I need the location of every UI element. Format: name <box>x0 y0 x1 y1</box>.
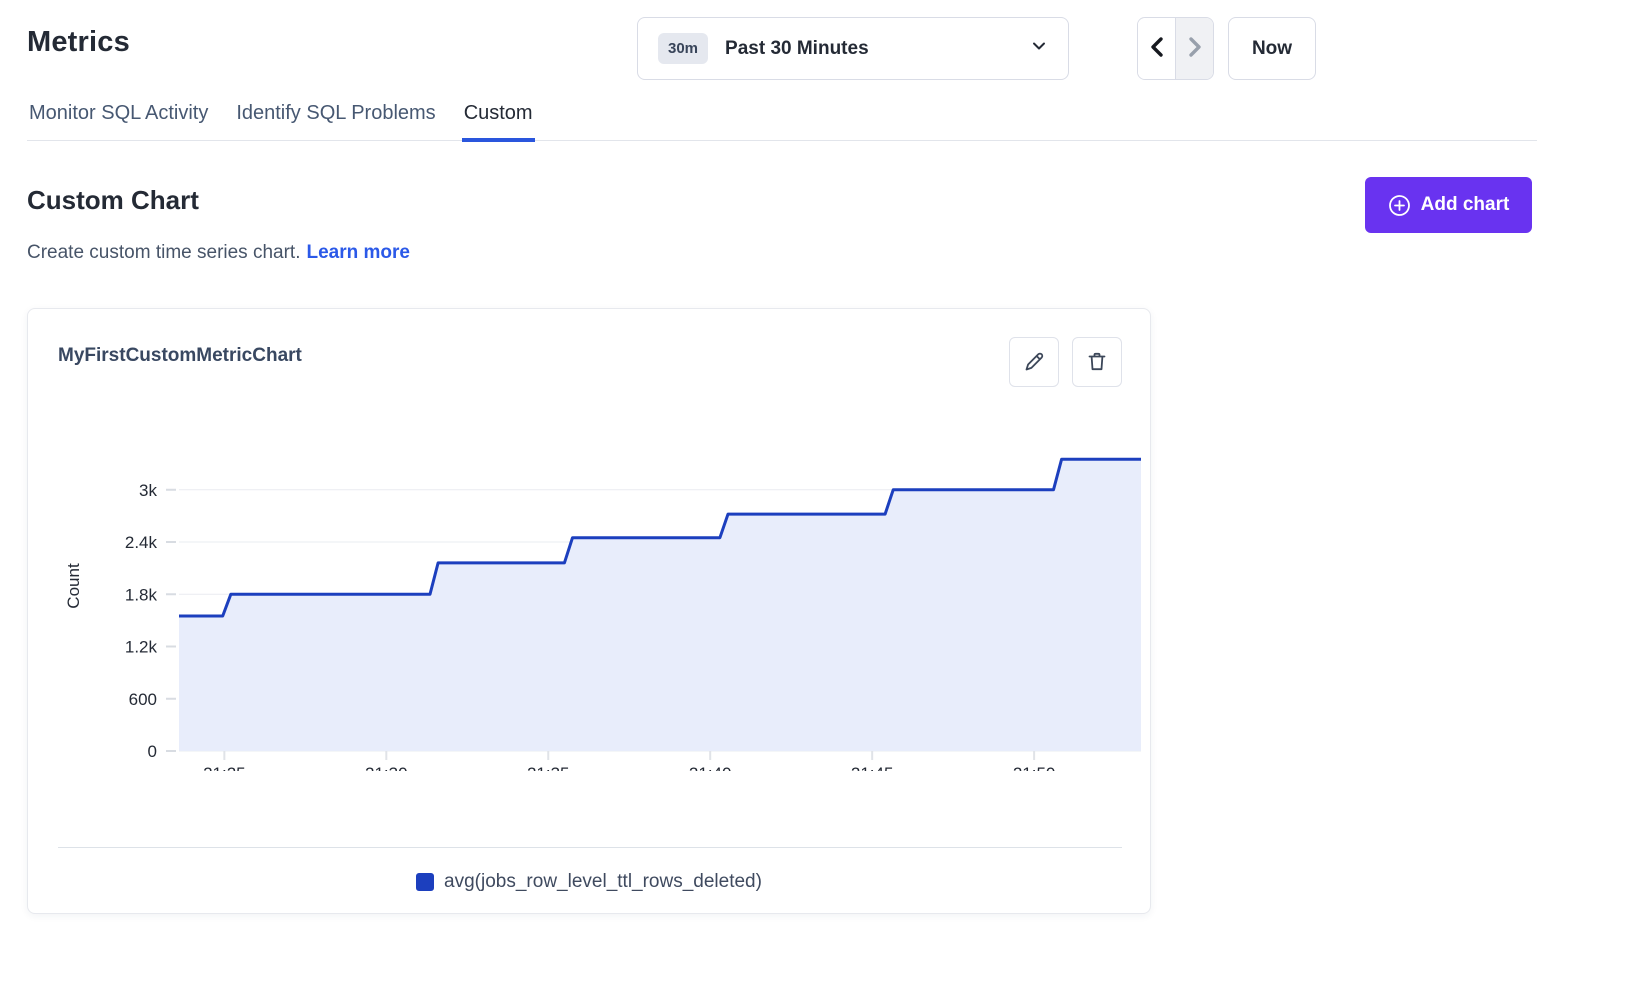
legend-label: avg(jobs_row_level_ttl_rows_deleted) <box>444 871 762 893</box>
now-button[interactable]: Now <box>1228 17 1316 80</box>
chevron-left-icon <box>1148 36 1166 61</box>
pencil-icon <box>1022 350 1046 374</box>
svg-text:2.4k: 2.4k <box>125 533 158 552</box>
svg-text:0: 0 <box>148 742 157 761</box>
chevron-down-icon <box>1030 37 1048 60</box>
svg-text:Count: Count <box>64 563 83 609</box>
time-range-pager <box>1137 17 1214 80</box>
time-range-label: Past 30 Minutes <box>725 38 869 60</box>
tab-custom[interactable]: Custom <box>462 102 535 125</box>
custom-chart-card: MyFirstCustomMetricChart 0 600 1.2k 1.8k 2.4… <box>27 308 1151 914</box>
chevron-right-icon <box>1186 36 1204 61</box>
section-title: Custom Chart <box>27 185 199 216</box>
delete-chart-button[interactable] <box>1072 337 1122 387</box>
svg-text:21:40: 21:40 <box>689 764 732 771</box>
section-subtitle: Create custom time series chart.Learn mo… <box>27 242 410 264</box>
add-chart-button[interactable]: Add chart <box>1365 177 1532 233</box>
svg-text:3k: 3k <box>139 481 157 500</box>
tab-identify-sql-problems[interactable]: Identify SQL Problems <box>234 102 437 125</box>
svg-text:21:25: 21:25 <box>203 764 246 771</box>
learn-more-link[interactable]: Learn more <box>306 242 409 263</box>
svg-text:600: 600 <box>129 690 157 709</box>
time-range-badge: 30m <box>658 33 708 64</box>
svg-text:1.8k: 1.8k <box>125 585 158 604</box>
next-range-button[interactable] <box>1175 18 1213 79</box>
chart-legend: avg(jobs_row_level_ttl_rows_deleted) <box>28 871 1150 893</box>
svg-text:21:30: 21:30 <box>365 764 408 771</box>
svg-text:21:45: 21:45 <box>851 764 894 771</box>
previous-range-button[interactable] <box>1138 18 1175 79</box>
edit-chart-button[interactable] <box>1009 337 1059 387</box>
chart-title: MyFirstCustomMetricChart <box>58 345 302 367</box>
chart-actions <box>1009 337 1122 387</box>
custom-chart-plot: 0 600 1.2k 1.8k 2.4k 3k 21:25 21:30 21:35 21:40 21… <box>61 421 1141 771</box>
metrics-tabs: Monitor SQL Activity Identify SQL Proble… <box>27 102 1537 141</box>
svg-text:21:50: 21:50 <box>1013 764 1056 771</box>
tab-monitor-sql-activity[interactable]: Monitor SQL Activity <box>27 102 210 125</box>
svg-text:21:35: 21:35 <box>527 764 570 771</box>
time-range-dropdown[interactable]: 30m Past 30 Minutes <box>637 17 1069 80</box>
plus-circle-icon <box>1388 194 1411 217</box>
page-title: Metrics <box>27 26 130 59</box>
legend-divider <box>58 847 1122 848</box>
svg-text:1.2k: 1.2k <box>125 638 158 657</box>
trash-icon <box>1085 350 1109 374</box>
legend-swatch <box>416 873 434 891</box>
